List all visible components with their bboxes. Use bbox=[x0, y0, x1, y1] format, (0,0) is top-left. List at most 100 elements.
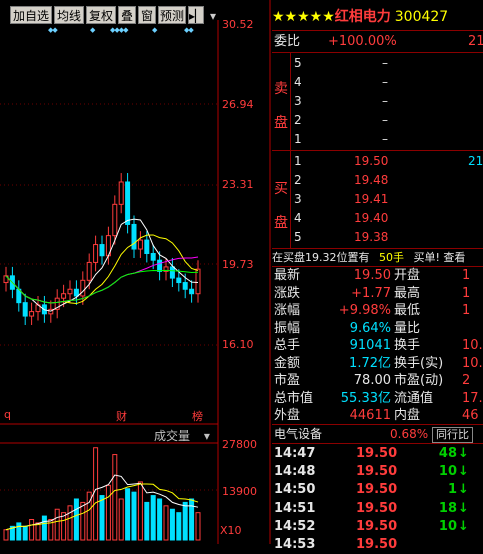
buy-level-row[interactable]: 1 19.50 21 bbox=[272, 152, 483, 170]
trade-volume: 48 bbox=[438, 446, 457, 461]
date-marker[interactable]: q bbox=[4, 408, 11, 421]
volume-bar bbox=[182, 501, 188, 541]
volume-bar bbox=[22, 525, 28, 541]
stat-label: 涨幅 bbox=[274, 303, 301, 318]
buy-level-row[interactable]: 2 19.48 bbox=[272, 171, 483, 189]
stat-value-2: 10. bbox=[462, 338, 483, 353]
price-tick: 23.31 bbox=[222, 178, 254, 191]
sector-row[interactable]: 电气设备 0.68% 同行比 bbox=[272, 425, 483, 443]
quote-stat-row: 振幅 9.64% 量比 bbox=[272, 320, 483, 338]
trade-price: 19.50 bbox=[356, 464, 398, 480]
candle-body bbox=[99, 244, 105, 257]
candle-body bbox=[73, 288, 79, 297]
stat-value: 91041 bbox=[349, 338, 391, 353]
sell-level-row[interactable]: 5– bbox=[272, 54, 483, 72]
sell-price: – bbox=[382, 132, 388, 146]
stat-value: 19.50 bbox=[353, 268, 391, 283]
volume-bar bbox=[125, 488, 131, 541]
buy-price: 19.50 bbox=[354, 154, 389, 168]
stat-value-2: 1 bbox=[462, 285, 471, 301]
candle-body bbox=[125, 181, 131, 225]
sell-level-row[interactable]: 3– bbox=[272, 92, 483, 110]
arrow-down-icon: ↓ bbox=[458, 518, 469, 534]
sell-level-row[interactable]: 4– bbox=[272, 73, 483, 91]
indicator-select[interactable]: 成交量 ▾ bbox=[154, 427, 210, 444]
stat-label: 涨跌 bbox=[274, 285, 301, 301]
trade-row[interactable]: 14:48 19.50 10 ↓ bbox=[272, 463, 483, 481]
volume-bar bbox=[80, 501, 86, 541]
stat-label-2: 开盘 bbox=[394, 268, 421, 283]
sell-level: 2 bbox=[294, 113, 302, 127]
sell-level: 5 bbox=[294, 56, 302, 70]
buy-level-row[interactable]: 5 19.38 bbox=[272, 228, 483, 246]
volume-bar bbox=[99, 495, 105, 541]
trade-price: 19.50 bbox=[356, 482, 398, 498]
stat-label: 外盘 bbox=[274, 408, 301, 423]
candle-body bbox=[86, 261, 92, 281]
sell-level: 3 bbox=[294, 94, 302, 108]
weibi-value: +100.00% bbox=[328, 34, 397, 49]
trade-row[interactable]: 14:50 19.50 1 ↓ bbox=[272, 481, 483, 499]
candlestick-chart[interactable] bbox=[0, 0, 272, 544]
finance-marker[interactable]: 财 bbox=[116, 408, 127, 424]
buy-level: 4 bbox=[294, 211, 302, 225]
buy-level: 1 bbox=[294, 154, 302, 168]
buy-notice[interactable]: 在买盘19.32位置有 50手 买单! 查看 bbox=[272, 249, 483, 267]
trade-price: 19.50 bbox=[356, 500, 398, 516]
buy-volume: 21 bbox=[468, 154, 483, 168]
trade-row[interactable]: 14:52 19.50 10 ↓ bbox=[272, 518, 483, 536]
stat-label: 金额 bbox=[274, 355, 301, 371]
volume-bar bbox=[73, 498, 79, 541]
volume-bar bbox=[144, 501, 150, 541]
candle-body bbox=[189, 288, 195, 295]
candle-body bbox=[80, 279, 86, 297]
buy-notice-volume: 50手 bbox=[379, 251, 404, 264]
candle-body bbox=[157, 259, 163, 272]
price-tick: 30.52 bbox=[222, 18, 254, 31]
peer-compare-tab[interactable]: 同行比 bbox=[432, 427, 473, 443]
trade-time: 14:47 bbox=[274, 446, 316, 461]
volume-bar bbox=[93, 447, 99, 541]
candle-body bbox=[29, 311, 35, 317]
volume-bar bbox=[157, 498, 163, 541]
buy-level-row[interactable]: 4 19.40 bbox=[272, 209, 483, 227]
volume-bar bbox=[195, 512, 201, 541]
stat-label: 振幅 bbox=[274, 320, 301, 336]
stock-name: 红相电力 bbox=[334, 9, 391, 25]
candle-body bbox=[144, 239, 150, 254]
sector-name[interactable]: 电气设备 bbox=[274, 425, 322, 443]
buy-price: 19.41 bbox=[354, 192, 389, 206]
sell-level-row[interactable]: 1– bbox=[272, 130, 483, 148]
buy-level-row[interactable]: 3 19.41 bbox=[272, 190, 483, 208]
quote-stat-row: 金额 1.72亿 换手(实) 10. bbox=[272, 355, 483, 373]
trade-price: 19.50 bbox=[356, 518, 398, 534]
volume-bar bbox=[137, 481, 143, 541]
buy-notice-text: 在买盘19.32位置有 bbox=[272, 251, 370, 264]
arrow-down-icon: ↓ bbox=[458, 446, 469, 461]
moving-average-line bbox=[5, 269, 199, 304]
price-tick: 26.94 bbox=[222, 98, 254, 111]
ranking-marker[interactable]: 榜 bbox=[192, 408, 203, 424]
stat-value-2: 1 bbox=[462, 303, 471, 318]
stat-value: 78.00 bbox=[353, 373, 391, 388]
sell-level-row[interactable]: 2– bbox=[272, 111, 483, 129]
stat-label: 总手 bbox=[274, 338, 301, 353]
stock-title: ★★★★★红相电力 300427 bbox=[272, 6, 448, 26]
buy-price: 19.40 bbox=[354, 211, 389, 225]
trade-row[interactable]: 14:47 19.50 48 ↓ bbox=[272, 445, 483, 463]
buy-price: 19.48 bbox=[354, 173, 389, 187]
trade-time: 14:48 bbox=[274, 464, 316, 480]
volume-bar bbox=[163, 505, 169, 541]
buy-notice-link[interactable]: 买单! 查看 bbox=[414, 251, 466, 264]
trade-row[interactable]: 14:51 19.50 18 ↓ bbox=[272, 500, 483, 518]
stat-value: 1.72亿 bbox=[349, 355, 391, 371]
candle-body bbox=[150, 252, 156, 261]
price-tick: 16.10 bbox=[222, 338, 254, 351]
weibi-row: 委比 +100.00% 21 bbox=[272, 33, 483, 51]
trade-volume: 10 bbox=[438, 518, 457, 534]
trade-row[interactable]: 14:53 19.50 bbox=[272, 536, 483, 554]
volume-bar bbox=[176, 512, 182, 541]
volume-bar bbox=[112, 454, 118, 541]
sector-change: 0.68% bbox=[390, 427, 429, 441]
quote-stat-row: 涨幅 +9.98% 最低 1 bbox=[272, 302, 483, 320]
